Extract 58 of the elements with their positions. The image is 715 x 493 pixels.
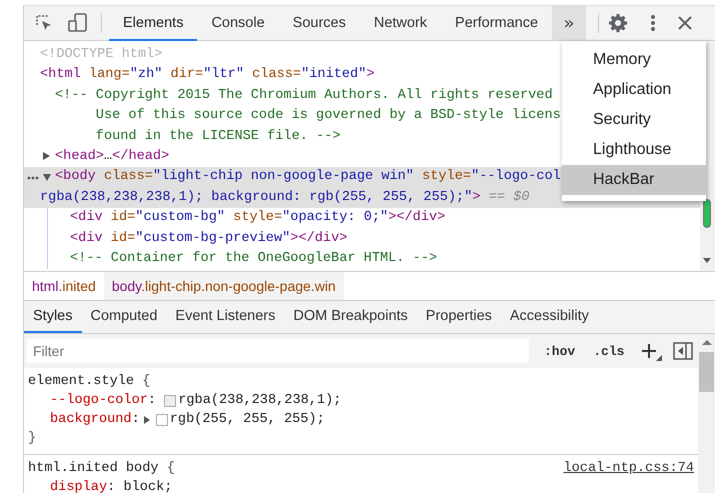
panel-tab[interactable]: Network bbox=[360, 7, 442, 41]
device-icon[interactable] bbox=[67, 13, 89, 33]
menu-item[interactable]: Security bbox=[562, 105, 706, 135]
settings-icon[interactable] bbox=[608, 13, 628, 33]
css-value: block; bbox=[123, 479, 172, 493]
close-icon[interactable] bbox=[678, 16, 692, 30]
css-property: --logo-color: bbox=[50, 392, 158, 410]
menu-item[interactable]: HackBar bbox=[562, 165, 706, 195]
class-button[interactable]: .cls bbox=[590, 344, 628, 358]
more-tabs-button[interactable]: » bbox=[552, 6, 586, 40]
sidebar-tab[interactable]: Computed bbox=[82, 301, 166, 333]
menu-item[interactable]: Application bbox=[562, 75, 706, 105]
triangle-icon[interactable] bbox=[43, 152, 50, 160]
sidebar-tab[interactable]: Accessibility bbox=[500, 301, 598, 333]
scroll-thumb[interactable] bbox=[699, 352, 714, 392]
code-line: Use of this source code is governed by a BSD-style licens bbox=[96, 108, 561, 124]
code-line: <head>…</head> bbox=[55, 148, 170, 164]
code-line: <body class="light-chip non-google-page win" style="--logo-col bbox=[55, 169, 561, 184]
triangle-icon[interactable] bbox=[43, 174, 51, 182]
scroll-down-icon[interactable] bbox=[703, 258, 711, 263]
panel-tab[interactable]: Console bbox=[197, 7, 279, 41]
color-swatch[interactable] bbox=[156, 414, 168, 426]
menu-item[interactable]: Memory bbox=[562, 45, 706, 75]
breadcrumb[interactable]: html.inited bbox=[24, 272, 104, 300]
css-value: rgba(238,238,238,1); bbox=[178, 392, 342, 410]
breadcrumb[interactable]: body.light-chip.non-google-page.win bbox=[104, 272, 344, 300]
filter-field[interactable]: Filter bbox=[27, 339, 529, 363]
scrollbar[interactable] bbox=[698, 334, 715, 493]
plus-icon[interactable] bbox=[641, 341, 664, 361]
code-line: <div id="custom-bg" style="opacity: 0;"></div> bbox=[70, 210, 446, 226]
ellipsis-icon[interactable] bbox=[27, 176, 39, 180]
code-line: <!-- Copyright 2015 The Chromium Authors. All rights reserved bbox=[55, 88, 553, 103]
css-selector: html.inited body { bbox=[28, 460, 175, 478]
sidebar-tab[interactable]: Properties bbox=[416, 301, 501, 333]
sidebar-tab[interactable]: Event Listeners bbox=[166, 301, 284, 333]
code-line: <div id="custom-bg-preview"></div> bbox=[70, 230, 348, 246]
code-line: <html lang="zh" dir="ltr" class="inited"> bbox=[40, 67, 375, 82]
scroll-up-icon[interactable] bbox=[702, 340, 712, 345]
expand-triangle-icon[interactable] bbox=[144, 416, 150, 424]
color-swatch[interactable] bbox=[164, 394, 176, 406]
menu-item[interactable]: Lighthouse bbox=[562, 135, 706, 165]
source-link[interactable]: local-ntp.css:74 bbox=[563, 459, 694, 478]
panel-tab[interactable]: Performance bbox=[441, 7, 552, 41]
code-line: rgba(238,238,238,1); background: rgb(255, 255, 255);"> == $0 bbox=[40, 190, 530, 205]
sidebar-toggle-icon[interactable] bbox=[673, 342, 694, 360]
css-property: background: bbox=[50, 411, 140, 429]
sidebar-tab[interactable]: DOM Breakpoints bbox=[284, 301, 417, 333]
code-line: <!-- Container for the OneGoogleBar HTML. --> bbox=[70, 250, 438, 266]
css-property: display: bbox=[50, 479, 116, 493]
panel-tab[interactable]: Sources bbox=[278, 7, 360, 41]
scroll-thumb[interactable] bbox=[703, 199, 711, 228]
css-value: rgb(255, 255, 255); bbox=[170, 411, 325, 429]
css-selector: element.style { bbox=[28, 373, 150, 391]
hover-state-button[interactable]: :hov bbox=[541, 344, 578, 358]
kebab-menu-icon[interactable] bbox=[650, 14, 656, 32]
code-line: found in the LICENSE file. --> bbox=[96, 128, 341, 144]
closing-brace: } bbox=[28, 430, 36, 448]
panel-tab[interactable]: Elements bbox=[109, 7, 198, 41]
